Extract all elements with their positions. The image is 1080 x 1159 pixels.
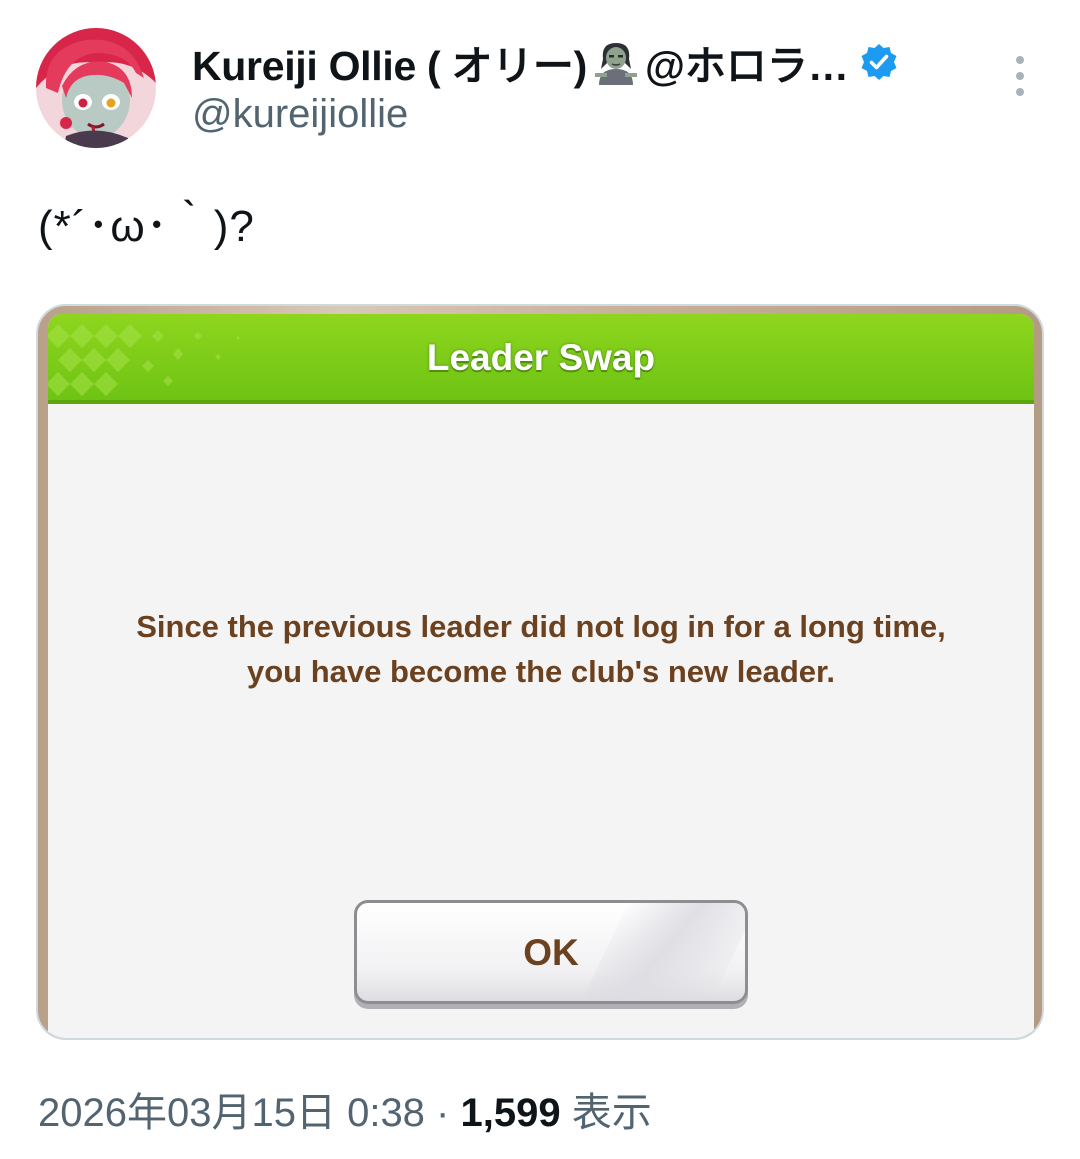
dialog-message: Since the previous leader did not log in… <box>48 604 1034 694</box>
tweet-timestamp[interactable]: 2026年03月15日 0:38 <box>38 1091 425 1135</box>
author-handle[interactable]: @kureijiollie <box>192 92 408 137</box>
views-count[interactable]: 1,599 <box>460 1091 560 1135</box>
author-display-name[interactable]: Kureiji Ollie ( オリー) <box>192 32 587 92</box>
anime-avatar-icon <box>36 28 156 148</box>
game-dialog: Leader Swap Since the previous leader di… <box>48 314 1034 1038</box>
dialog-header: Leader Swap <box>48 314 1034 404</box>
dialog-title: Leader Swap <box>426 337 656 378</box>
zombie-woman-icon <box>593 39 639 85</box>
views-label: 表示 <box>560 1091 652 1135</box>
author-name-suffix[interactable]: @ホロラ… <box>645 32 849 92</box>
ok-button-label: OK <box>523 932 579 973</box>
more-options-icon[interactable] <box>1004 52 1036 100</box>
dialog-message-line-2: you have become the club's new leader. <box>247 654 835 689</box>
ok-button[interactable]: OK <box>354 900 748 1004</box>
meta-separator: · <box>424 1091 461 1135</box>
verified-badge-icon[interactable] <box>859 42 899 82</box>
dialog-message-line-1: Since the previous leader did not log in… <box>136 609 946 644</box>
author-avatar[interactable] <box>36 28 156 148</box>
tweet-meta: 2026年03月15日 0:38 · 1,599 表示 <box>38 1080 652 1138</box>
tweet-media-image[interactable]: Leader Swap Since the previous leader di… <box>36 304 1044 1040</box>
tweet-text: (*´･ω･｀)? <box>38 202 255 251</box>
author-name-row[interactable]: Kureiji Ollie ( オリー) @ホロラ… <box>192 34 899 90</box>
